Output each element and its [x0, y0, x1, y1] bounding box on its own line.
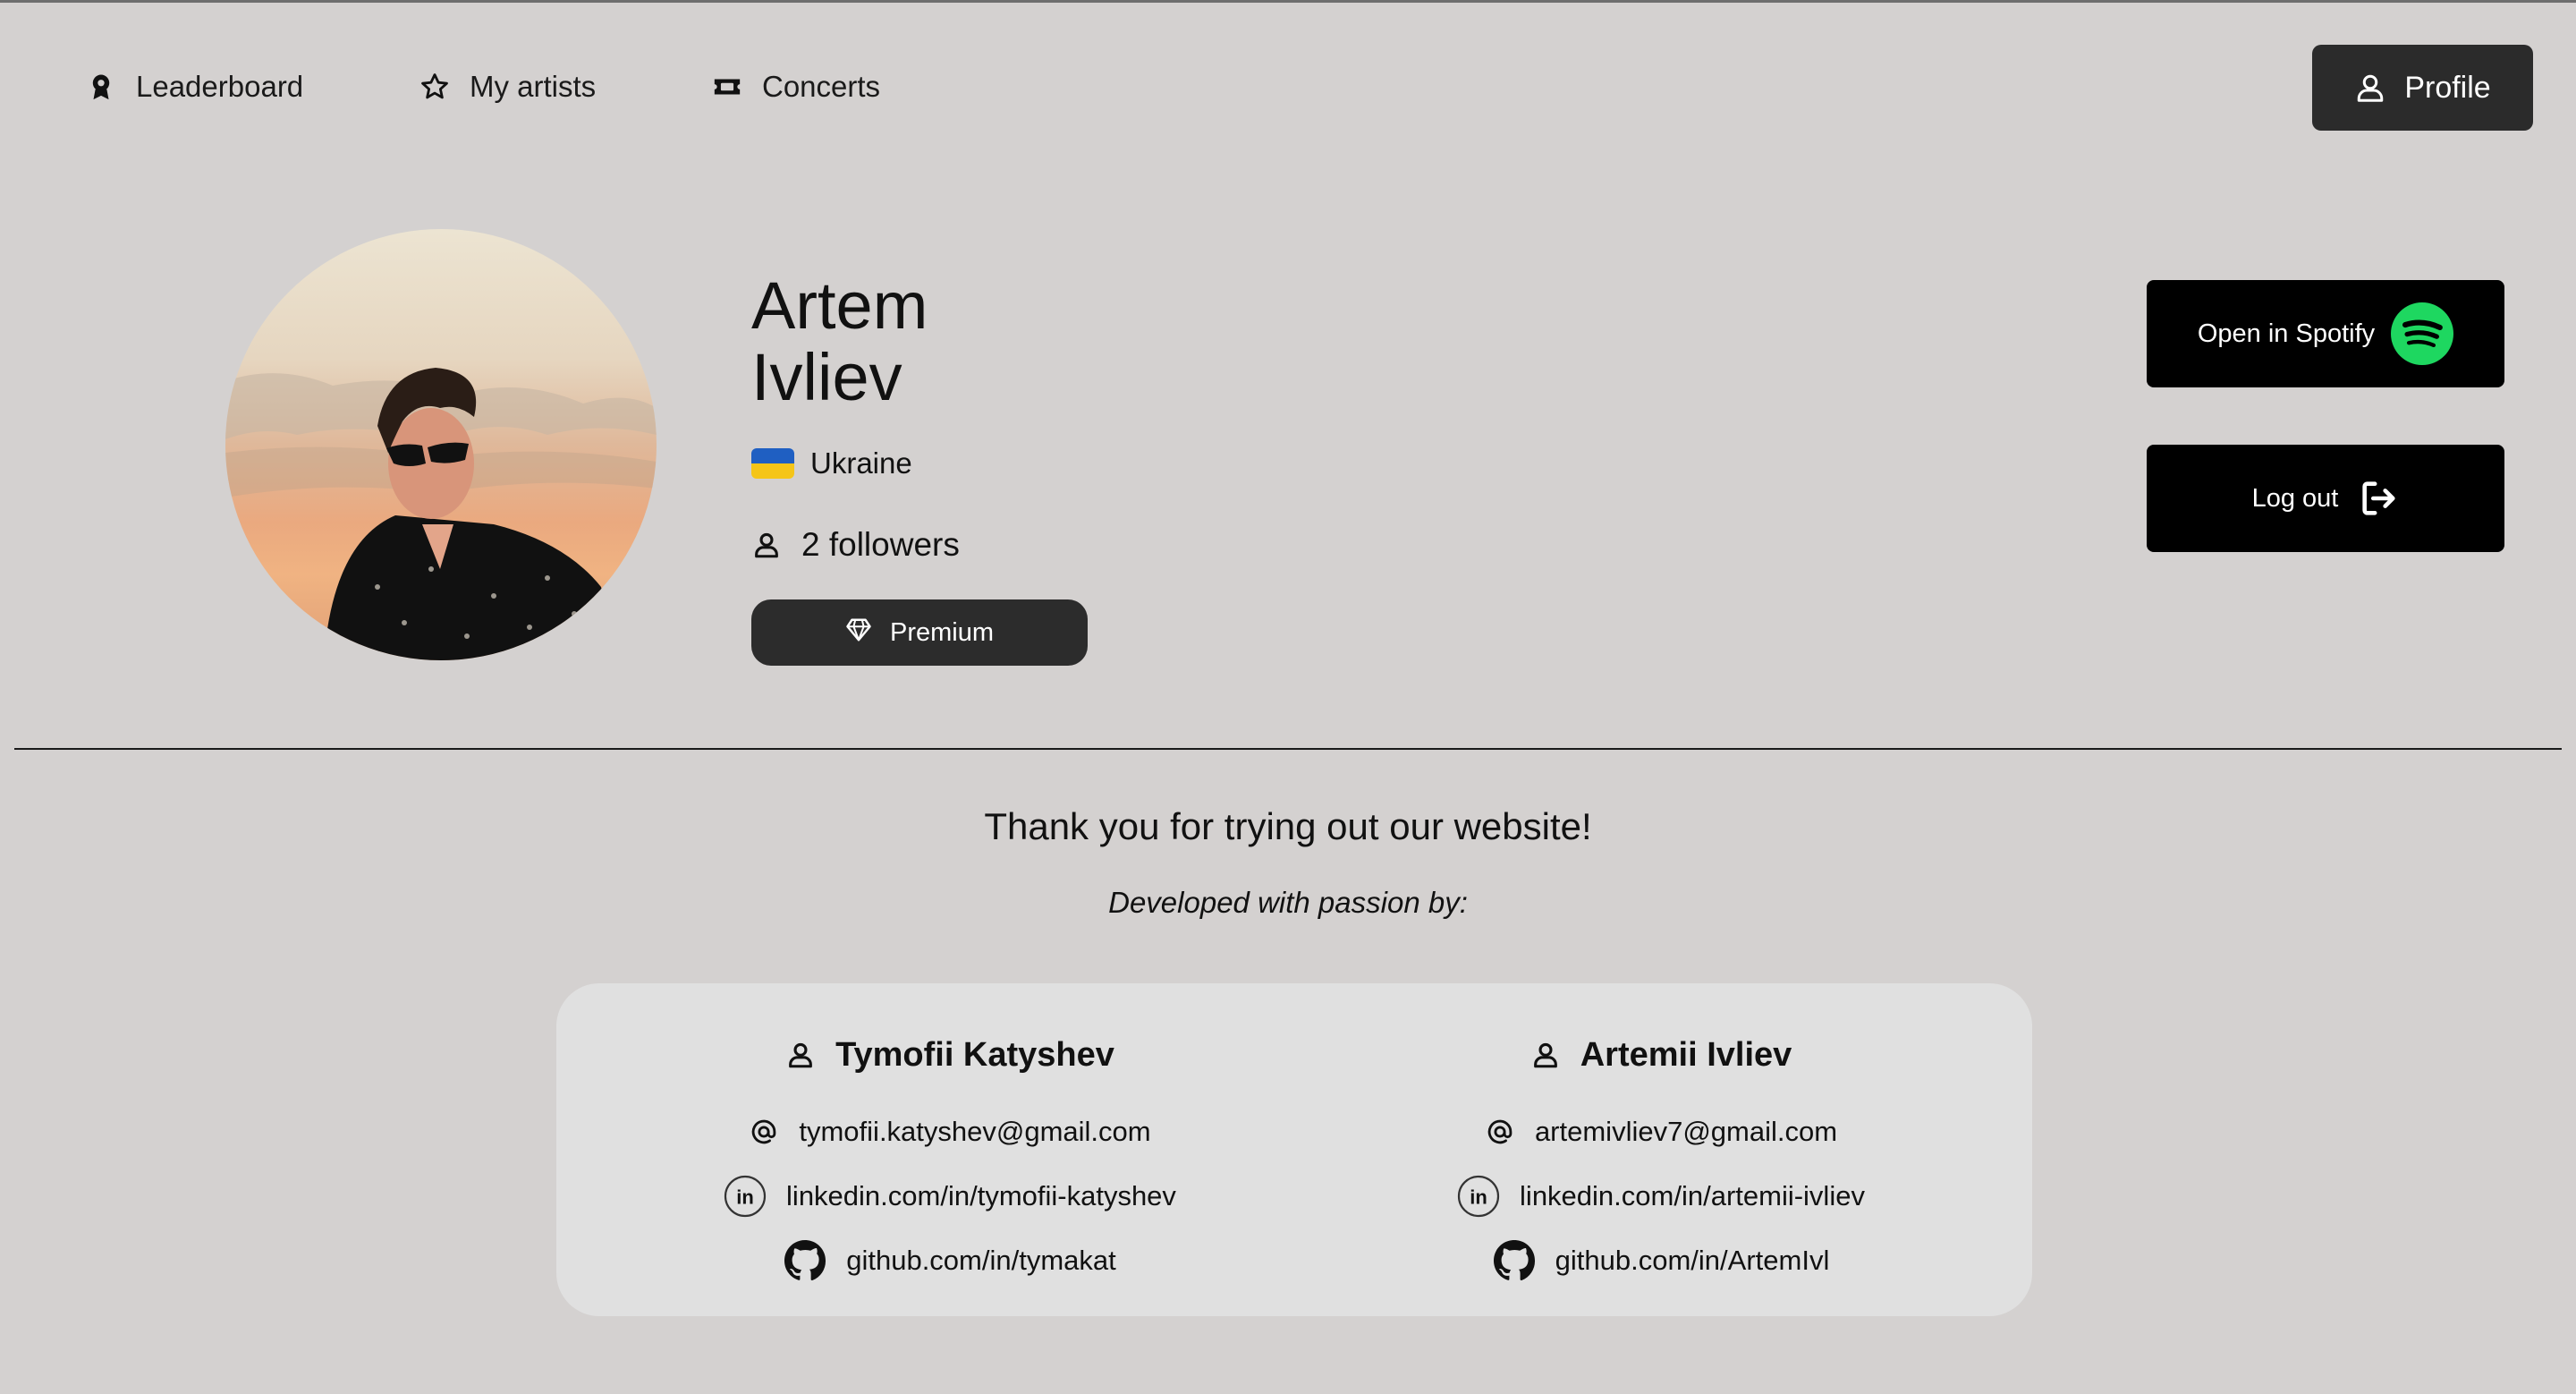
nav-leaderboard-label: Leaderboard — [136, 70, 304, 103]
user-icon — [789, 1042, 812, 1068]
developer-card-1: Tymofii Katyshev tymofii.katyshev@gmail.… — [556, 983, 1343, 1316]
logout-label: Log out — [2251, 483, 2339, 513]
developer-name-label: Artemii Ivliev — [1580, 1035, 1792, 1074]
ukraine-flag-icon — [751, 448, 794, 479]
developer-github: github.com/in/ArtemIvl — [1555, 1245, 1830, 1276]
nav-concerts-label: Concerts — [762, 70, 881, 103]
spotify-icon — [2391, 302, 2454, 365]
developer-linkedin-link[interactable]: in linkedin.com/in/artemii-ivliev — [1290, 1175, 2032, 1218]
avatar — [225, 229, 657, 660]
ticket-icon — [714, 79, 741, 95]
developer-linkedin-link[interactable]: in linkedin.com/in/tymofii-katyshev — [556, 1175, 1343, 1218]
linkedin-icon: in — [1457, 1175, 1500, 1218]
award-icon — [92, 74, 110, 100]
svg-text:in: in — [736, 1186, 754, 1208]
profile-button-label: Profile — [2404, 70, 2491, 105]
thanks-message: Thank you for trying out our website! — [984, 805, 1592, 847]
nav-leaderboard[interactable]: Leaderboard — [86, 68, 303, 106]
logout-icon — [2362, 481, 2395, 515]
user-icon — [2358, 74, 2384, 102]
developed-by-label: Developed with passion by: — [1108, 886, 1468, 919]
avatar-photo — [225, 368, 657, 660]
developer-name: Tymofii Katyshev — [556, 1033, 1343, 1077]
github-icon — [1493, 1239, 1536, 1282]
star-icon — [421, 73, 448, 99]
developer-email: artemivliev7@gmail.com — [1534, 1116, 1838, 1147]
nav-my-artists[interactable]: My artists — [419, 68, 596, 106]
developer-linkedin: linkedin.com/in/artemii-ivliev — [1520, 1180, 1865, 1211]
profile-followers: 2 followers — [751, 524, 960, 565]
developer-linkedin: linkedin.com/in/tymofii-katyshev — [786, 1180, 1176, 1211]
developer-name-label: Tymofii Katyshev — [835, 1035, 1114, 1074]
developer-card-2: Artemii Ivliev artemivliev7@gmail.com in… — [1290, 983, 2032, 1316]
profile-first-name: Artem — [751, 268, 928, 343]
developer-name: Artemii Ivliev — [1290, 1033, 2032, 1077]
profile-last-name: Ivliev — [751, 340, 902, 414]
developer-email: tymofii.katyshev@gmail.com — [799, 1116, 1151, 1147]
linkedin-icon: in — [724, 1175, 767, 1218]
followers-count: 2 followers — [801, 526, 960, 563]
at-icon — [1485, 1117, 1515, 1147]
github-icon — [784, 1239, 826, 1282]
nav-concerts[interactable]: Concerts — [712, 68, 880, 106]
user-icon — [1533, 1042, 1557, 1068]
diamond-icon — [846, 618, 871, 642]
premium-label: Premium — [889, 617, 994, 647]
logout-button[interactable]: Log out — [2147, 445, 2504, 552]
developer-github-link[interactable]: github.com/in/ArtemIvl — [1290, 1239, 2032, 1282]
developer-github-link[interactable]: github.com/in/tymakat — [556, 1239, 1343, 1282]
premium-badge: Premium — [751, 599, 1088, 666]
top-border — [0, 0, 2576, 3]
profile-button[interactable]: Profile — [2312, 45, 2533, 131]
developer-email-link[interactable]: tymofii.katyshev@gmail.com — [556, 1110, 1343, 1153]
profile-country: Ukraine — [751, 443, 912, 484]
svg-text:in: in — [1470, 1186, 1487, 1208]
open-spotify-button[interactable]: Open in Spotify — [2147, 280, 2504, 387]
nav-my-artists-label: My artists — [470, 70, 597, 103]
user-icon — [755, 532, 778, 558]
section-divider — [14, 748, 2562, 750]
country-label: Ukraine — [810, 446, 912, 480]
developer-email-link[interactable]: artemivliev7@gmail.com — [1290, 1110, 2032, 1153]
developer-github: github.com/in/tymakat — [846, 1245, 1116, 1276]
open-spotify-label: Open in Spotify — [2197, 319, 2376, 348]
at-icon — [749, 1117, 779, 1147]
developers-card: Tymofii Katyshev tymofii.katyshev@gmail.… — [556, 983, 2032, 1316]
